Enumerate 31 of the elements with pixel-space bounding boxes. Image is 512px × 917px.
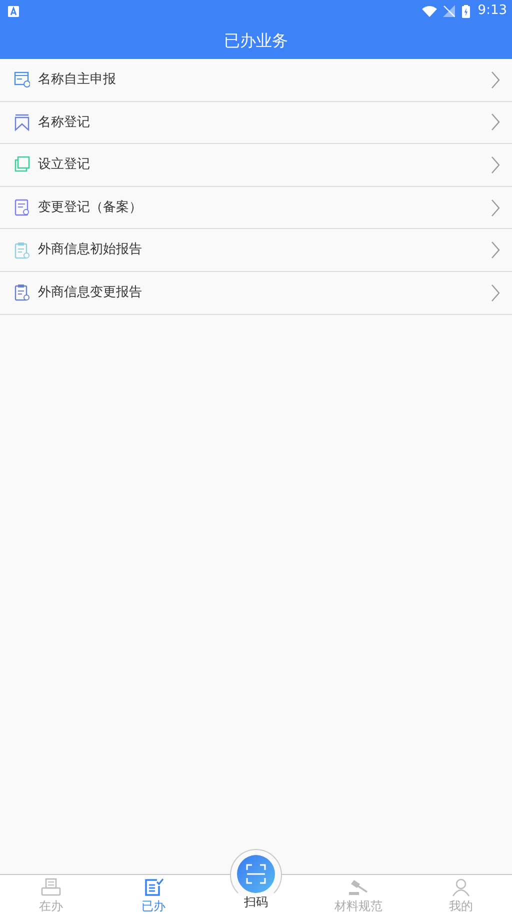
item-label: 设立登记 <box>38 156 91 174</box>
no-signal-icon <box>442 5 455 17</box>
printer-icon <box>41 878 62 897</box>
item-label: 外商信息变更报告 <box>38 284 143 302</box>
gavel-icon <box>348 878 368 897</box>
page-title: 已办业务 <box>224 30 288 52</box>
chevron-right-icon <box>491 70 500 89</box>
chevron-right-icon <box>491 284 500 302</box>
chevron-right-icon <box>491 113 500 132</box>
list-item[interactable]: 外商信息初始报告 <box>0 229 512 272</box>
item-label: 外商信息初始报告 <box>38 241 143 260</box>
item-label: 名称自主申报 <box>38 71 117 90</box>
wifi-icon <box>422 6 437 16</box>
item-label: 名称登记 <box>38 114 91 132</box>
item-label: 变更登记（备案） <box>38 198 143 217</box>
chevron-right-icon <box>491 198 500 217</box>
list-item[interactable]: 外商信息变更报告 <box>0 272 512 315</box>
list-item[interactable]: 变更登记（备案） <box>0 186 512 230</box>
clock-time: 9:13 <box>478 2 507 20</box>
bottom-tab[interactable]: 扫码 <box>244 893 268 917</box>
notification-icon <box>8 6 19 16</box>
list-item[interactable]: 名称自主申报 <box>0 59 512 102</box>
done-icon <box>144 878 164 897</box>
scan-icon <box>246 864 266 884</box>
chevron-right-icon <box>491 156 500 174</box>
list-item[interactable]: 设立登记 <box>0 144 512 187</box>
bottom-tab[interactable]: 已办 <box>102 875 205 917</box>
list-item[interactable]: 名称登记 <box>0 102 512 144</box>
person-icon <box>450 878 471 897</box>
battery-icon <box>462 4 470 18</box>
chevron-right-icon <box>491 241 500 260</box>
